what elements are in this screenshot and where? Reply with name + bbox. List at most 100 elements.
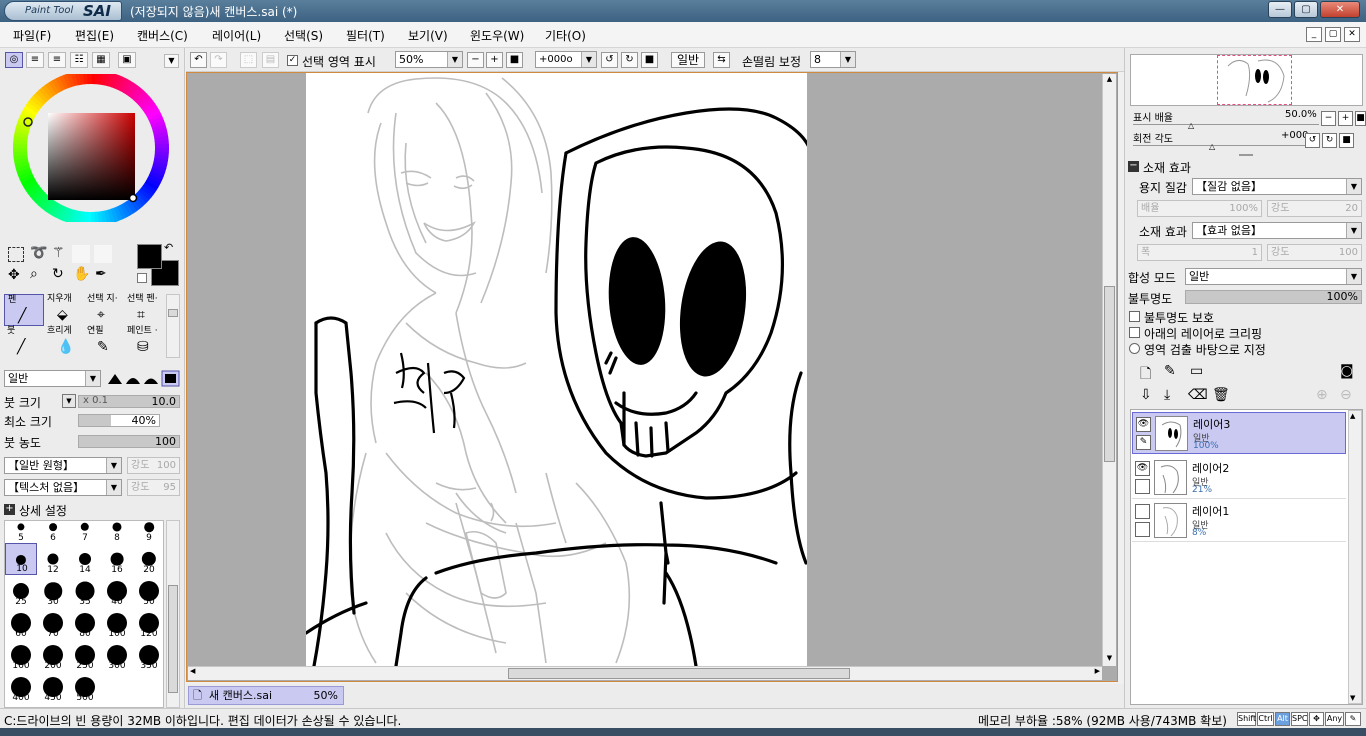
- mdi-minimize-button[interactable]: _: [1306, 27, 1322, 42]
- texture-dropdown[interactable]: 【텍스처 없음】 ▼: [4, 479, 122, 496]
- brush-size-cell[interactable]: 6: [37, 521, 69, 543]
- brush-size-cell[interactable]: 35: [69, 575, 101, 607]
- brush-size-cell[interactable]: 100: [101, 607, 133, 639]
- panel-menu-chevron-icon[interactable]: ▼: [164, 54, 179, 68]
- blend-mode-dropdown[interactable]: 일반 ▼: [4, 370, 101, 387]
- layer-opacity-slider[interactable]: 100%: [1185, 290, 1362, 304]
- nav-zoom-reset-icon[interactable]: ■: [1355, 111, 1366, 126]
- lasso-icon[interactable]: ➰: [30, 245, 47, 261]
- deselect-icon[interactable]: ⬚: [240, 52, 257, 68]
- scroll-up-icon[interactable]: ▲: [1104, 75, 1115, 86]
- brush-size-cell[interactable]: 12: [37, 543, 69, 575]
- navigator-viewport-frame[interactable]: [1217, 55, 1292, 105]
- brush-size-cell[interactable]: 16: [101, 543, 133, 575]
- zoom-in-icon[interactable]: +: [486, 52, 503, 68]
- brush-size-cell[interactable]: 250: [69, 639, 101, 671]
- brush-size-cell[interactable]: 450: [37, 671, 69, 703]
- brush-size-cell[interactable]: 30: [37, 575, 69, 607]
- zoom-slider-thumb[interactable]: △: [1188, 121, 1194, 130]
- minimize-button[interactable]: —: [1268, 1, 1292, 18]
- nav-zoom-in-icon[interactable]: +: [1338, 111, 1353, 126]
- tool-select-eraser[interactable]: 선택 펜· ⌗: [124, 294, 164, 326]
- canvas-horizontal-scrollbar[interactable]: ◀ ▶: [188, 666, 1102, 680]
- menu-canvas[interactable]: 캔버스(C): [137, 27, 188, 44]
- reset-colors-icon[interactable]: [137, 273, 147, 283]
- hand-icon[interactable]: ✋: [73, 266, 90, 282]
- brush-size-cell[interactable]: 14: [69, 543, 101, 575]
- zoom-dropdown[interactable]: 50% ▼: [395, 51, 463, 68]
- rgb-slider-tab-icon[interactable]: ≡: [26, 52, 44, 68]
- hsv-slider-tab-icon[interactable]: ≡: [48, 52, 66, 68]
- min-size-slider[interactable]: 40%: [78, 414, 160, 427]
- stabilizer-dropdown[interactable]: 8 ▼: [810, 51, 856, 68]
- rotate-slider-thumb[interactable]: △: [1209, 142, 1215, 151]
- brush-size-cell[interactable]: 70: [37, 607, 69, 639]
- brush-size-cell[interactable]: 160: [5, 639, 37, 671]
- menu-edit[interactable]: 편집(E): [75, 27, 114, 44]
- menu-select[interactable]: 선택(S): [284, 27, 323, 44]
- scroll-down-icon[interactable]: ▼: [1104, 654, 1115, 665]
- edit-pen-empty[interactable]: [1135, 479, 1150, 494]
- new-layer-icon[interactable]: 🗋: [1140, 363, 1151, 387]
- protect-opacity-checkbox[interactable]: [1129, 311, 1140, 322]
- foreground-color-swatch[interactable]: [137, 244, 162, 269]
- clip-below-checkbox[interactable]: [1129, 327, 1140, 338]
- brush-size-cell[interactable]: 50: [133, 575, 163, 607]
- brush-size-cell[interactable]: 60: [5, 607, 37, 639]
- color-wheel[interactable]: [11, 74, 173, 222]
- brush-tip-shapes[interactable]: [106, 370, 180, 387]
- brush-size-cell[interactable]: 350: [133, 639, 163, 671]
- document-tab[interactable]: 🗋 새 캔버스.sai 50%: [188, 686, 344, 705]
- maximize-button[interactable]: ▢: [1294, 1, 1318, 18]
- brush-size-cell[interactable]: 20: [133, 543, 163, 575]
- tool-pencil[interactable]: 연필 ✎: [84, 326, 124, 358]
- nav-rotate-right-icon[interactable]: ↻: [1322, 133, 1337, 148]
- move-icon[interactable]: ✥: [8, 267, 20, 283]
- invert-selection-icon[interactable]: ▤: [262, 52, 279, 68]
- new-folder-icon[interactable]: ▭: [1190, 363, 1203, 379]
- collapse-minus-icon[interactable]: −: [1128, 161, 1139, 172]
- rect-select-icon[interactable]: [8, 247, 24, 262]
- canvas-vertical-scrollbar[interactable]: ▲ ▼: [1102, 74, 1116, 666]
- visibility-eye-icon[interactable]: 👁: [1135, 461, 1150, 476]
- normal-mode-button[interactable]: 일반: [671, 52, 705, 68]
- brush-size-slider[interactable]: x 0.1 10.0: [78, 395, 180, 408]
- delete-layer-icon[interactable]: 🗑: [1212, 387, 1230, 403]
- new-linework-layer-icon[interactable]: ✎: [1164, 363, 1176, 379]
- brush-size-cell[interactable]: 8: [101, 521, 133, 543]
- magic-wand-icon[interactable]: ⚚: [52, 245, 65, 261]
- size-multiplier-chevron-icon[interactable]: ▼: [62, 394, 76, 408]
- material-effect-dropdown[interactable]: 【효과 없음】 ▼: [1192, 222, 1362, 239]
- delete-mask-icon[interactable]: ⊖: [1340, 387, 1352, 403]
- brush-size-cell[interactable]: 9: [133, 521, 163, 543]
- expand-plus-icon[interactable]: +: [4, 504, 15, 515]
- flip-horizontal-icon[interactable]: ⇆: [713, 52, 730, 68]
- tool-select-pen[interactable]: 선택 지· ⌖: [84, 294, 124, 326]
- menu-other[interactable]: 기타(O): [545, 27, 586, 44]
- brush-size-cell[interactable]: 10: [5, 543, 37, 575]
- brush-size-cell[interactable]: 500: [69, 671, 101, 703]
- close-button[interactable]: ✕: [1320, 1, 1360, 18]
- tool-bucket[interactable]: 페인트 · ⛁: [124, 326, 164, 358]
- zoom-out-icon[interactable]: −: [467, 52, 484, 68]
- transfer-down-icon[interactable]: ⇩: [1140, 387, 1152, 403]
- scroll-down-icon[interactable]: ▼: [1350, 694, 1355, 702]
- menu-filter[interactable]: 필터(T): [346, 27, 385, 44]
- layer-blend-dropdown[interactable]: 일반 ▼: [1185, 268, 1362, 285]
- brush-size-cell[interactable]: 120: [133, 607, 163, 639]
- brush-grid-scrollbar[interactable]: [166, 520, 180, 708]
- tool-eraser[interactable]: 지우개 ⬙: [44, 294, 84, 326]
- scroll-up-icon[interactable]: ▲: [1350, 412, 1355, 420]
- brush-size-cell[interactable]: 80: [69, 607, 101, 639]
- paper-texture-dropdown[interactable]: 【질감 없음】 ▼: [1192, 178, 1362, 195]
- tool-brush[interactable]: 붓 ╱: [4, 326, 44, 358]
- user-swatch-tab-icon[interactable]: ▣: [118, 52, 136, 68]
- scroll-right-icon[interactable]: ▶: [1095, 667, 1100, 675]
- zoom-icon[interactable]: ⌕: [30, 266, 38, 282]
- mdi-restore-button[interactable]: ▢: [1325, 27, 1341, 42]
- brush-size-cell[interactable]: 5: [5, 521, 37, 543]
- mdi-close-button[interactable]: ✕: [1344, 27, 1360, 42]
- rotate-left-icon[interactable]: ↺: [601, 52, 618, 68]
- zoom-reset-icon[interactable]: ■: [506, 52, 523, 68]
- tool-scrollbar[interactable]: [166, 294, 180, 358]
